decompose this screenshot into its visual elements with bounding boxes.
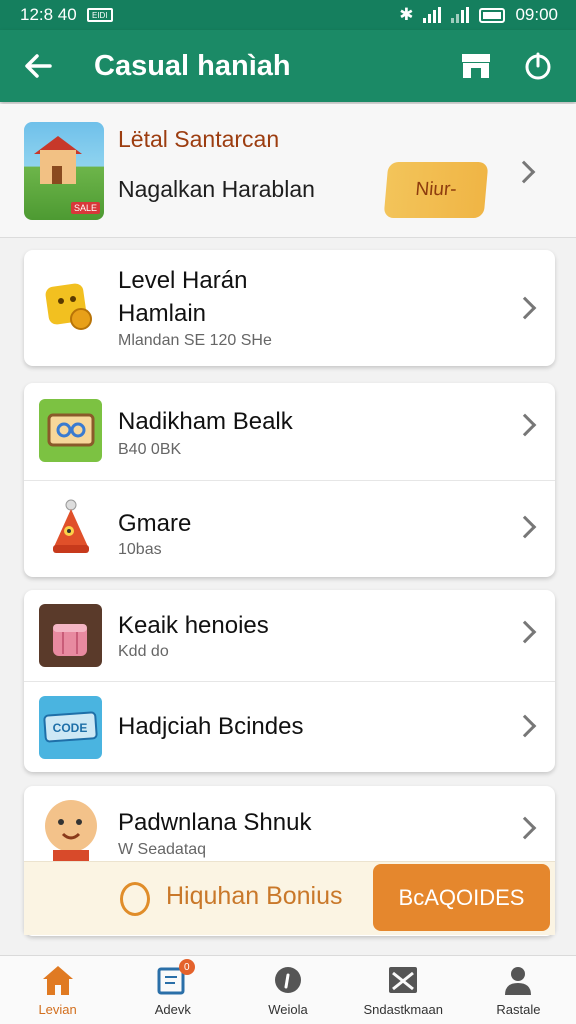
nav-label: Weiola: [268, 1002, 308, 1017]
list-item[interactable]: Gmare 10bas: [24, 480, 555, 577]
trophy-icon: [39, 275, 102, 338]
item-title: Padwnlana Shnuk: [118, 809, 312, 836]
ticket-icon: [39, 399, 102, 462]
profile-icon: [505, 967, 532, 995]
power-icon: [525, 52, 551, 80]
list-item[interactable]: Level Harán Hamlain Mlandan SE 120 SHe: [24, 250, 555, 366]
chevron-right-icon: [513, 620, 537, 644]
list-item[interactable]: Nadikham Bealk B40 0BK: [24, 383, 555, 480]
item-title: Level Harán Hamlain: [118, 267, 248, 327]
bottom-navigation: Levian 0 Adevk Weiola Sndastkmaan Rastal…: [0, 955, 576, 1024]
bonus-coin-icon: [120, 882, 150, 916]
item-title: Keaik henoies: [118, 612, 269, 639]
svg-text:CODE: CODE: [53, 721, 88, 735]
page-title: Casual hanìah: [94, 49, 291, 82]
house-door: [52, 166, 62, 184]
item-subtitle: Kdd do: [118, 643, 169, 660]
cake-icon: [39, 604, 102, 667]
mail-icon: [389, 967, 418, 993]
item-title: Hadjciah Bcindes: [118, 713, 304, 740]
featured-thumbnail: SALE: [24, 122, 104, 220]
nav-item-profile[interactable]: Rastale: [461, 956, 576, 1024]
nav-label: Levian: [38, 1002, 77, 1017]
status-time: 12:8 40: [20, 5, 77, 24]
nav-label: Adevk: [154, 1002, 191, 1017]
featured-action-button[interactable]: Niur-: [383, 162, 489, 218]
status-bar: 12:8 40 EIDI ✱ 09:00: [0, 0, 576, 30]
edit-icon: 0: [155, 959, 195, 997]
item-subtitle: B40 0BK: [118, 441, 182, 458]
nav-item-mail[interactable]: Sndastkmaan: [346, 956, 461, 1024]
thumb-tag: SALE: [70, 202, 100, 214]
nav-item-home[interactable]: Levian: [0, 956, 115, 1024]
code-ticket-icon: CODE: [39, 696, 102, 759]
section-card-2: Nadikham Bealk B40 0BK Gmare 10bas: [24, 383, 555, 577]
featured-title: Lëtal Santarcan: [118, 126, 280, 152]
item-title: Gmare: [118, 510, 192, 537]
chevron-right-icon: [513, 413, 537, 437]
store-icon: [462, 54, 490, 78]
battery-icon: [479, 7, 506, 23]
bluetooth-icon: ✱: [399, 5, 414, 24]
notification-icon: EIDI: [86, 8, 113, 22]
nav-label: Rastale: [496, 1002, 541, 1017]
mascot-icon: [39, 792, 102, 862]
item-subtitle: 10bas: [118, 541, 162, 558]
list-item[interactable]: Padwnlana Shnuk W Seadataq: [24, 786, 555, 862]
nav-item-edit[interactable]: 0 Adevk: [115, 956, 230, 1024]
chevron-right-icon: [512, 160, 536, 184]
bonus-claim-button[interactable]: BcAQOIDES: [373, 864, 550, 931]
bonus-banner: Hiquhan Bonius BcAQOIDES: [24, 861, 555, 935]
power-button[interactable]: [518, 46, 558, 86]
cell-signal-icon: [451, 7, 470, 23]
featured-card[interactable]: SALE Lëtal Santarcan Nagalkan Harablan N…: [0, 104, 576, 238]
chevron-right-icon: [513, 714, 537, 738]
item-subtitle: W Seadataq: [118, 841, 207, 858]
rocket-icon: [39, 497, 102, 560]
chevron-right-icon: [513, 816, 537, 840]
section-card-1: Level Harán Hamlain Mlandan SE 120 SHe: [24, 250, 555, 366]
bonus-text: Hiquhan Bonius: [166, 882, 343, 910]
app-bar: Casual hanìah: [0, 30, 576, 102]
status-clock: 09:00: [515, 5, 558, 24]
home-icon: [42, 966, 73, 995]
section-card-3: Keaik henoies Kdd do CODE Hadjciah Bcind…: [24, 590, 555, 772]
featured-subtitle: Nagalkan Harablan: [118, 176, 315, 202]
back-button[interactable]: [18, 46, 58, 86]
chevron-right-icon: [513, 296, 537, 320]
chevron-right-icon: [513, 515, 537, 539]
list-item[interactable]: Keaik henoies Kdd do: [24, 590, 555, 681]
info-icon: [275, 967, 301, 993]
back-arrow-icon: [25, 54, 52, 78]
wifi-signal-icon: [423, 7, 442, 23]
nav-label: Sndastkmaan: [363, 1002, 443, 1017]
notification-badge: 0: [178, 959, 195, 975]
item-title: Nadikham Bealk: [118, 408, 293, 435]
item-subtitle: Mlandan SE 120 SHe: [118, 332, 272, 349]
store-button[interactable]: [456, 46, 496, 86]
nav-item-info[interactable]: Weiola: [230, 956, 345, 1024]
list-item[interactable]: CODE Hadjciah Bcindes: [24, 681, 555, 772]
